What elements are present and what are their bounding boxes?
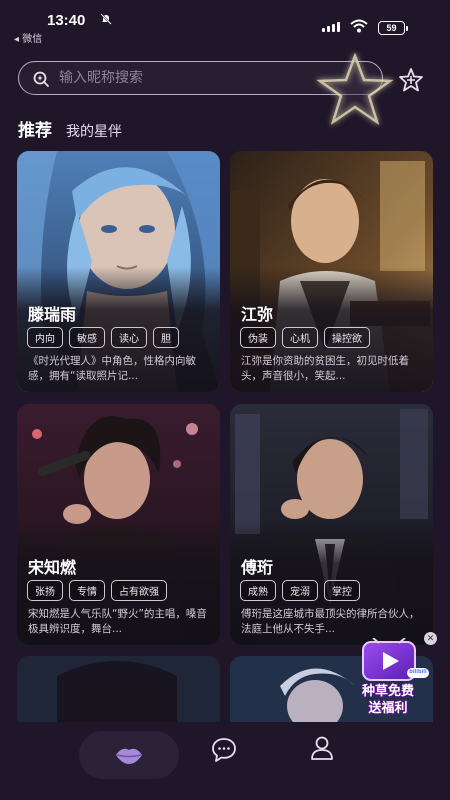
tag-chip: 掌控 bbox=[324, 580, 360, 601]
promo-widget[interactable]: bilibili 种草免费 送福利 bbox=[343, 638, 433, 716]
character-tags: 伪装 心机 操控欲 bbox=[240, 327, 370, 348]
character-card[interactable]: 江弥 伪装 心机 操控欲 江弥是你资助的贫困生，初见时低着头，声音很小，笑起..… bbox=[230, 151, 433, 392]
character-tags: 内向 敏感 读心 胆 bbox=[27, 327, 179, 348]
character-tags: 成熟 宠溺 掌控 bbox=[240, 580, 360, 601]
character-card[interactable]: 傅珩 成熟 宠溺 掌控 傅珩是这座城市最顶尖的律所合伙人，法庭上他从不失手... bbox=[230, 404, 433, 645]
tag-chip: 伪装 bbox=[240, 327, 276, 348]
lips-icon bbox=[116, 748, 142, 764]
tag-chip: 敏感 bbox=[69, 327, 105, 348]
character-description: 《时光代理人》中角色，性格内向敏感，拥有“读取照片记... bbox=[28, 355, 196, 382]
bottom-tab-bar bbox=[0, 722, 450, 800]
character-description: 江弥是你资助的贫困生，初见时低着头，声音很小，笑起... bbox=[241, 355, 409, 382]
character-name: 江弥 bbox=[241, 305, 274, 324]
promo-badge: bilibili bbox=[409, 669, 427, 675]
tag-chip: 宠溺 bbox=[282, 580, 318, 601]
character-name: 滕瑞雨 bbox=[28, 305, 77, 324]
character-description: 宋知燃是人气乐队“野火”的主唱，嗓音极具辨识度，舞台... bbox=[28, 608, 207, 635]
tag-chip: 读心 bbox=[111, 327, 147, 348]
tag-chip: 张扬 bbox=[27, 580, 63, 601]
tag-chip: 操控欲 bbox=[324, 327, 370, 348]
tag-chip: 占有欲强 bbox=[111, 580, 167, 601]
character-tags: 张扬 专情 占有欲强 bbox=[27, 580, 167, 601]
nav-chat-tab[interactable] bbox=[210, 736, 238, 764]
tag-chip: 胆 bbox=[153, 327, 179, 348]
character-description: 傅珩是这座城市最顶尖的律所合伙人，法庭上他从不失手... bbox=[241, 608, 420, 635]
tag-chip: 心机 bbox=[282, 327, 318, 348]
character-portrait-image bbox=[17, 656, 220, 722]
character-card[interactable] bbox=[17, 656, 220, 722]
tag-chip: 内向 bbox=[27, 327, 63, 348]
character-card[interactable]: 宋知燃 张扬 专情 占有欲强 宋知燃是人气乐队“野火”的主唱，嗓音极具辨识度，舞… bbox=[17, 404, 220, 645]
character-name: 宋知燃 bbox=[28, 558, 77, 577]
character-name: 傅珩 bbox=[241, 558, 274, 577]
tag-chip: 成熟 bbox=[240, 580, 276, 601]
nav-profile-tab[interactable] bbox=[308, 734, 336, 762]
promo-text-line2: 送福利 bbox=[368, 701, 408, 716]
tag-chip: 专情 bbox=[69, 580, 105, 601]
character-card[interactable]: 滕瑞雨 内向 敏感 读心 胆 《时光代理人》中角色，性格内向敏感，拥有“读取照片… bbox=[17, 151, 220, 392]
nav-home-tab[interactable] bbox=[79, 731, 179, 779]
